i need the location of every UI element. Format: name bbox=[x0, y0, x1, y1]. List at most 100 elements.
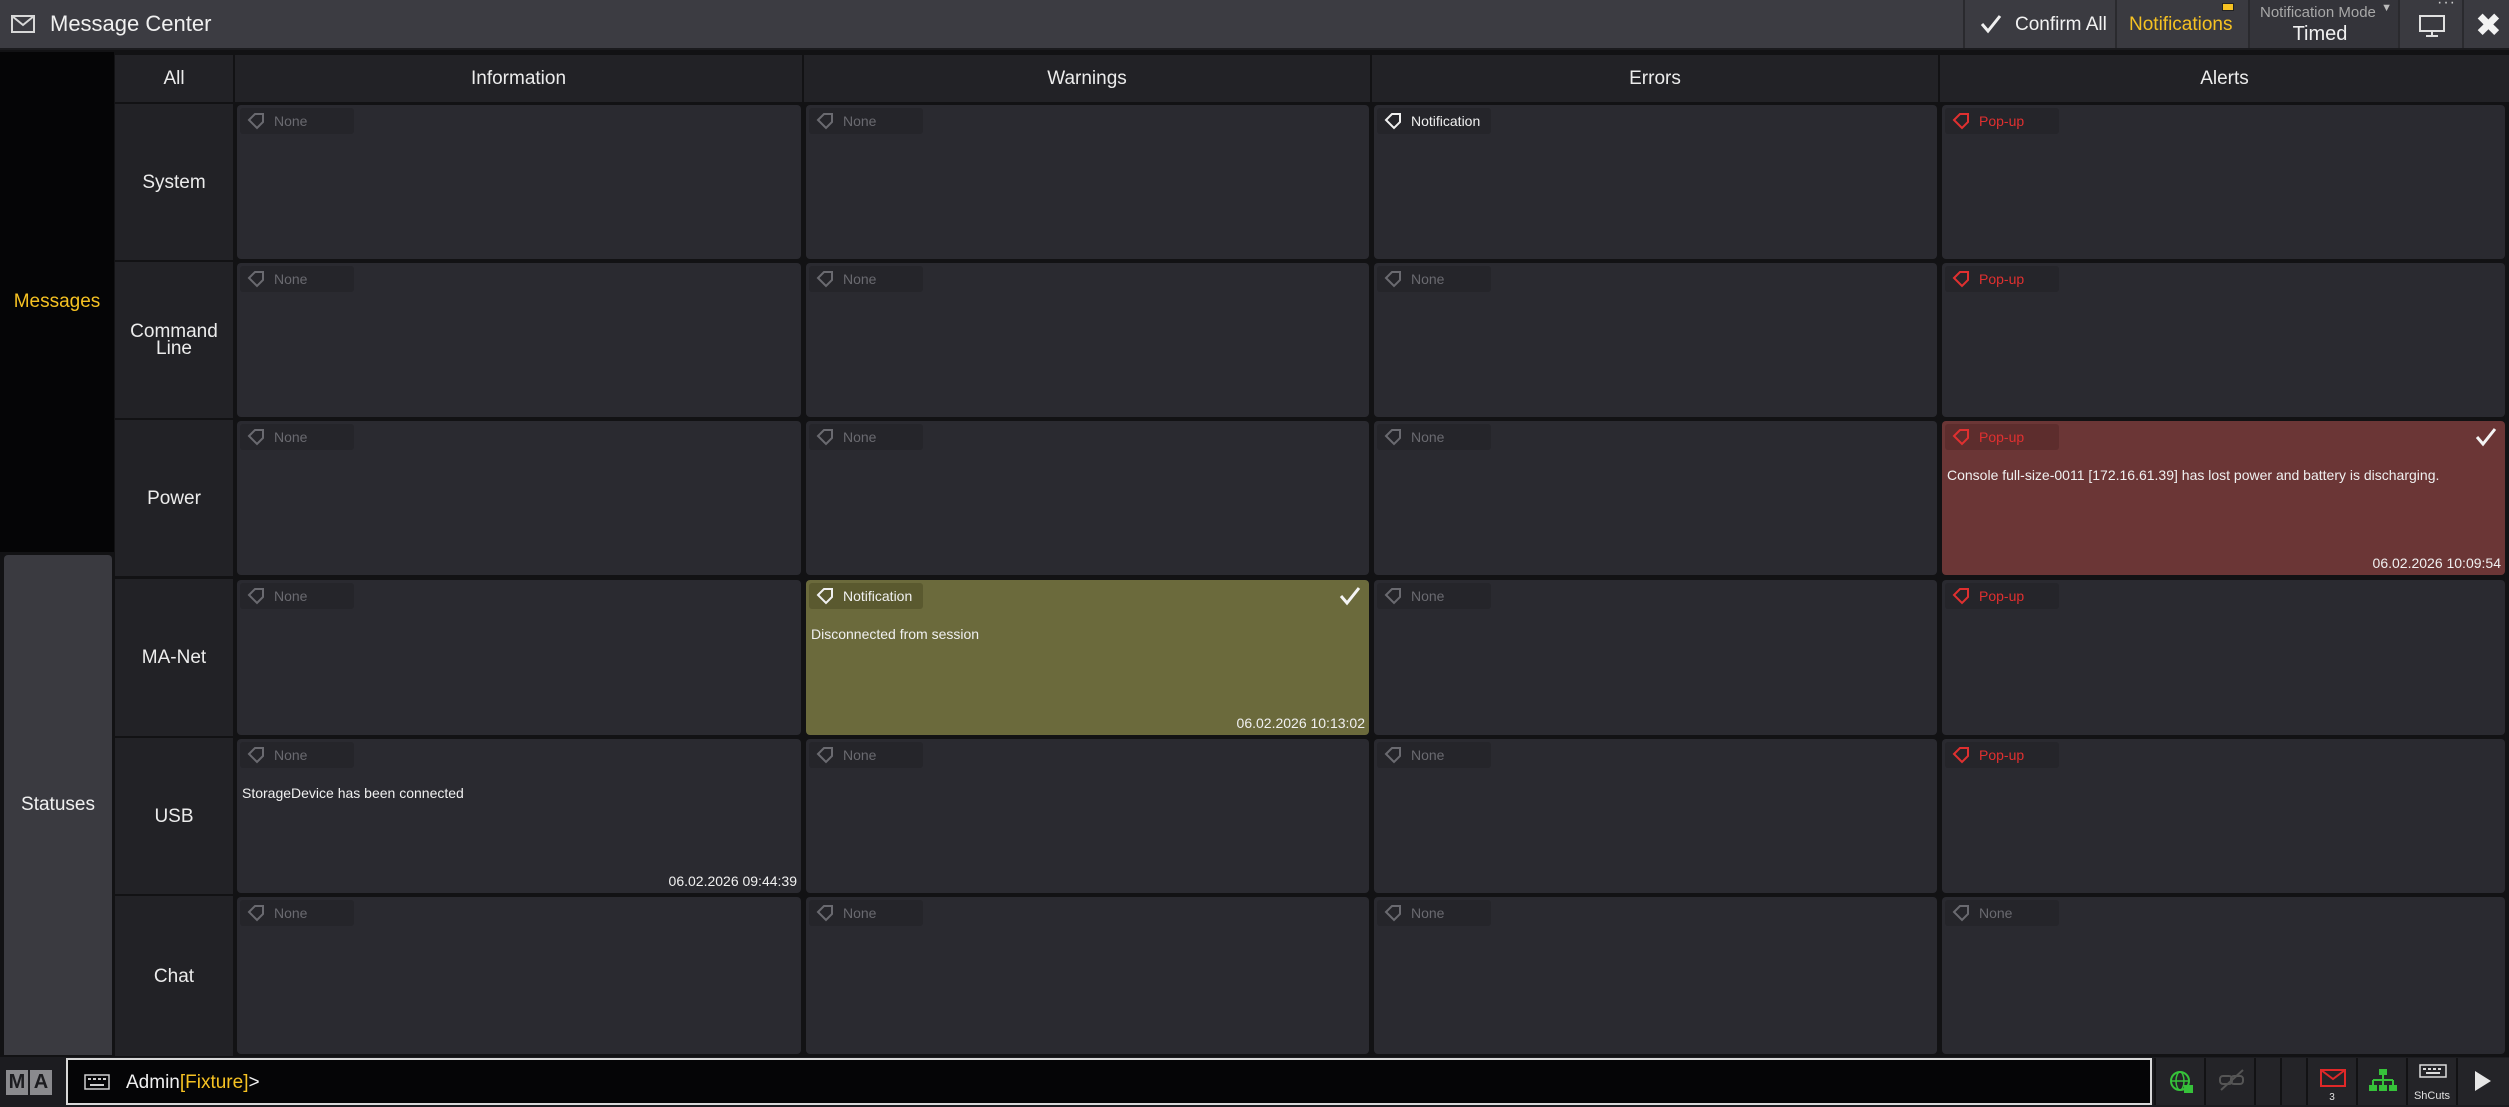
row-header-chat[interactable]: Chat bbox=[115, 896, 233, 1056]
notification-type-chip[interactable]: None bbox=[1377, 424, 1491, 450]
notification-type-chip[interactable]: None bbox=[1377, 583, 1491, 609]
cell-usb-alerts[interactable]: Pop-up bbox=[1942, 739, 2505, 893]
notification-type-chip[interactable]: None bbox=[1945, 900, 2059, 926]
confirm-check-icon[interactable] bbox=[2475, 427, 2497, 452]
cell-power-information[interactable]: None bbox=[237, 421, 801, 575]
row-header-system[interactable]: System bbox=[115, 104, 233, 260]
column-header-warnings[interactable]: Warnings bbox=[804, 55, 1370, 102]
session-button[interactable] bbox=[2204, 1058, 2254, 1105]
message-count: 3 bbox=[2329, 1092, 2335, 1103]
nav-messages-tab[interactable]: Messages bbox=[0, 52, 114, 552]
cell-chat-errors[interactable]: None bbox=[1374, 897, 1937, 1054]
notification-type-chip[interactable]: None bbox=[809, 742, 923, 768]
notification-type-chip[interactable]: None bbox=[809, 108, 923, 134]
notification-type-chip[interactable]: None bbox=[1377, 900, 1491, 926]
blank-button[interactable] bbox=[2280, 1058, 2306, 1105]
column-header-alerts[interactable]: Alerts bbox=[1940, 55, 2509, 102]
notification-type-chip[interactable]: Notification bbox=[809, 583, 923, 609]
notifications-button[interactable]: Notifications bbox=[2115, 0, 2248, 48]
network-button[interactable] bbox=[2154, 1058, 2204, 1105]
blank-button[interactable] bbox=[2254, 1058, 2280, 1105]
prompt-object: [Fixture] bbox=[179, 1072, 249, 1093]
close-button[interactable]: ✖ bbox=[2462, 0, 2509, 48]
notifications-indicator bbox=[2222, 3, 2234, 11]
message-text: Disconnected from session bbox=[811, 626, 980, 642]
notification-type-chip[interactable]: Pop-up bbox=[1945, 583, 2059, 609]
cell-ma-net-information[interactable]: None bbox=[237, 580, 801, 735]
message-timestamp: 06.02.2026 10:09:54 bbox=[2372, 555, 2501, 571]
cell-chat-warnings[interactable]: None bbox=[806, 897, 1369, 1054]
cell-command-line-errors[interactable]: None bbox=[1374, 263, 1937, 417]
cell-chat-alerts[interactable]: None bbox=[1942, 897, 2505, 1054]
envelope-alert-icon bbox=[2320, 1069, 2346, 1087]
tag-icon bbox=[247, 271, 264, 288]
notification-type-label: Notification bbox=[1411, 113, 1481, 129]
row-header-power[interactable]: Power bbox=[115, 420, 233, 576]
command-line-input[interactable]: Admin[Fixture]> bbox=[66, 1058, 2152, 1105]
row-header-label: Chat bbox=[153, 965, 195, 987]
cell-power-alerts[interactable]: Pop-up Console full-size-0011 [172.16.61.… bbox=[1942, 421, 2505, 575]
notification-type-chip[interactable]: None bbox=[1377, 742, 1491, 768]
display-button[interactable]: ··· bbox=[2398, 0, 2462, 48]
row-header-usb[interactable]: USB bbox=[115, 738, 233, 894]
message-text: StorageDevice has been connected bbox=[242, 785, 464, 801]
nav-statuses-tab[interactable]: Statuses bbox=[4, 555, 112, 1055]
cell-ma-net-errors[interactable]: None bbox=[1374, 580, 1937, 735]
notification-type-chip[interactable]: Pop-up bbox=[1945, 266, 2059, 292]
cell-system-alerts[interactable]: Pop-up bbox=[1942, 105, 2505, 259]
confirm-check-icon[interactable] bbox=[1339, 586, 1361, 611]
notification-type-chip[interactable]: None bbox=[809, 266, 923, 292]
notification-type-chip[interactable]: Pop-up bbox=[1945, 742, 2059, 768]
cell-system-warnings[interactable]: None bbox=[806, 105, 1369, 259]
notification-type-chip[interactable]: None bbox=[240, 583, 354, 609]
cell-usb-information[interactable]: None StorageDevice has been connected 06.0… bbox=[237, 739, 801, 893]
cell-usb-warnings[interactable]: None bbox=[806, 739, 1369, 893]
cell-ma-net-alerts[interactable]: Pop-up bbox=[1942, 580, 2505, 735]
prompt-suffix: > bbox=[248, 1072, 260, 1093]
cell-power-errors[interactable]: None bbox=[1374, 421, 1937, 575]
notification-type-chip[interactable]: None bbox=[1377, 266, 1491, 292]
notification-type-chip[interactable]: None bbox=[809, 424, 923, 450]
cell-power-warnings[interactable]: None bbox=[806, 421, 1369, 575]
network-topology-button[interactable] bbox=[2356, 1058, 2406, 1105]
notification-type-chip[interactable]: None bbox=[240, 424, 354, 450]
notification-type-label: None bbox=[1411, 747, 1445, 763]
row-header-command-line[interactable]: Command Line bbox=[115, 262, 233, 418]
column-header-all[interactable]: All bbox=[115, 55, 233, 102]
row-header-ma-net[interactable]: MA-Net bbox=[115, 579, 233, 736]
cell-command-line-information[interactable]: None bbox=[237, 263, 801, 417]
cell-system-information[interactable]: None bbox=[237, 105, 801, 259]
notification-type-chip[interactable]: None bbox=[240, 742, 354, 768]
column-header-label: All bbox=[163, 67, 185, 89]
tag-icon bbox=[816, 113, 833, 130]
notification-type-chip[interactable]: None bbox=[240, 108, 354, 134]
cell-command-line-alerts[interactable]: Pop-up bbox=[1942, 263, 2505, 417]
cell-ma-net-warnings[interactable]: Notification Disconnected from session 06.… bbox=[806, 580, 1369, 735]
notification-type-chip[interactable]: None bbox=[240, 266, 354, 292]
tag-icon bbox=[816, 905, 833, 922]
notification-type-chip[interactable]: Pop-up bbox=[1945, 424, 2059, 450]
column-header-information[interactable]: Information bbox=[235, 55, 802, 102]
notification-type-chip[interactable]: None bbox=[240, 900, 354, 926]
cell-chat-information[interactable]: None bbox=[237, 897, 801, 1054]
logo-letter: A bbox=[30, 1070, 52, 1095]
notification-type-label: None bbox=[843, 429, 877, 445]
notification-type-chip[interactable]: Notification bbox=[1377, 108, 1491, 134]
column-header-label: Warnings bbox=[1047, 67, 1127, 89]
globe-network-icon bbox=[2170, 1071, 2193, 1093]
notification-type-chip[interactable]: Pop-up bbox=[1945, 108, 2059, 134]
shortcuts-button[interactable]: ShCuts bbox=[2406, 1058, 2456, 1105]
notification-type-chip[interactable]: None bbox=[809, 900, 923, 926]
notification-type-label: Pop-up bbox=[1979, 588, 2025, 604]
notification-type-label: Pop-up bbox=[1979, 429, 2025, 445]
column-header-errors[interactable]: Errors bbox=[1372, 55, 1938, 102]
message-center-button[interactable]: 3 bbox=[2306, 1058, 2356, 1105]
cell-system-errors[interactable]: Notification bbox=[1374, 105, 1937, 259]
cell-usb-errors[interactable]: None bbox=[1374, 739, 1937, 893]
notification-mode-dropdown[interactable]: Notification Mode Timed ▼ bbox=[2248, 0, 2398, 48]
cell-command-line-warnings[interactable]: None bbox=[806, 263, 1369, 417]
column-header-label: Errors bbox=[1629, 67, 1681, 89]
confirm-all-button[interactable]: Confirm All bbox=[1963, 0, 2115, 48]
tag-icon bbox=[1952, 429, 1969, 446]
play-button[interactable] bbox=[2456, 1058, 2509, 1105]
